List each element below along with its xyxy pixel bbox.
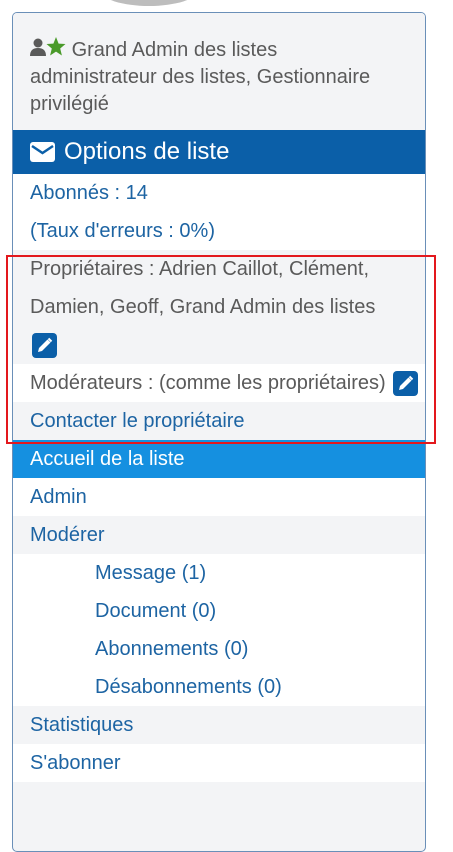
user-info: Grand Admin des listes administrateur de… bbox=[13, 13, 425, 131]
subscribe-link[interactable]: S'abonner bbox=[13, 744, 425, 783]
user-name: Grand Admin des listes bbox=[71, 39, 278, 61]
moderate-link[interactable]: Modérer bbox=[13, 516, 425, 555]
moderate-document-link[interactable]: Document (0) bbox=[13, 592, 425, 631]
moderate-unsubscriptions-link[interactable]: Désabonnements (0) bbox=[13, 668, 425, 707]
user-icon bbox=[30, 37, 46, 64]
edit-moderators-button[interactable] bbox=[393, 371, 419, 397]
subscribers-link[interactable]: Abonnés : 14 bbox=[13, 174, 425, 213]
pencil-icon bbox=[38, 338, 53, 353]
list-home-link[interactable]: Accueil de la liste bbox=[13, 440, 425, 479]
user-roles: administrateur des listes, Gestionnaire … bbox=[30, 66, 371, 116]
error-rate-link[interactable]: (Taux d'erreurs : 0%) bbox=[13, 212, 425, 251]
moderators-text: Modérateurs : (comme les propriétaires) bbox=[30, 372, 386, 395]
contact-owner-link[interactable]: Contacter le propriétaire bbox=[13, 402, 425, 441]
moderate-subscriptions-link[interactable]: Abonnements (0) bbox=[13, 630, 425, 669]
moderators-block: Modérateurs : (comme les propriétaires) bbox=[13, 364, 425, 403]
moderate-message-link[interactable]: Message (1) bbox=[13, 554, 425, 593]
options-header: Options de liste bbox=[13, 130, 425, 175]
star-icon bbox=[46, 37, 66, 64]
pencil-icon bbox=[399, 376, 414, 391]
edit-owners-button[interactable] bbox=[32, 333, 57, 359]
statistics-link[interactable]: Statistiques bbox=[13, 706, 425, 745]
owners-text: Propriétaires : Adrien Caillot, Clément,… bbox=[30, 258, 376, 319]
options-title: Options de liste bbox=[64, 138, 230, 166]
owners-block: Propriétaires : Adrien Caillot, Clément,… bbox=[13, 250, 425, 365]
admin-link[interactable]: Admin bbox=[13, 478, 425, 517]
list-options-panel: Grand Admin des listes administrateur de… bbox=[12, 12, 426, 852]
envelope-icon bbox=[29, 141, 56, 163]
top-decoration bbox=[100, 0, 198, 6]
